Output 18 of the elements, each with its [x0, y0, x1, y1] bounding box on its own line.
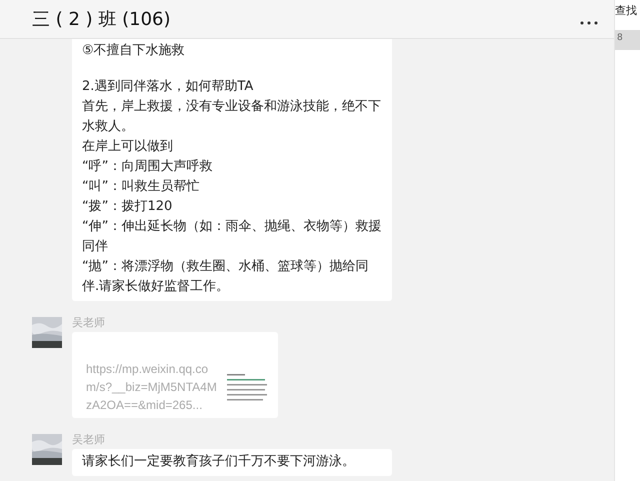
message-text: “伸”：伸出延长物（如：雨伞、抛绳、衣物等）救援同伴 — [82, 218, 382, 256]
message-text: “拨”：拨打120 — [82, 198, 174, 216]
message-text: “抛”：将漂浮物（救生圈、水桶、篮球等）抛给同伴.请家长做好监督工作。 — [82, 258, 370, 296]
link-card[interactable]: https://mp.weixin.qq.com/s?__biz=MjM5NTA4MzA2OA==&mid=265... — [72, 332, 278, 418]
search-label[interactable]: 查找 — [615, 0, 640, 30]
message-text: 2.遇到同伴落水，如何帮助TA — [82, 78, 254, 96]
message-text: “呼”：向周围大声呼救 — [82, 158, 214, 176]
message-text: 在岸上可以做到 — [82, 138, 174, 156]
more-icon[interactable] — [580, 21, 598, 25]
sender-name: 吴老师 — [72, 432, 106, 447]
link-url: https://mp.weixin.qq.com/s?__biz=MjM5NTA4MzA2OA==&mid=265... — [86, 361, 218, 414]
message-text: 请家长们一定要教育孩子们千万不要下河游泳。 — [82, 452, 356, 471]
chat-title: 三 ( 2 ) 班 (106) — [32, 8, 171, 31]
list-item[interactable]: 8 — [615, 30, 640, 50]
message-text: ⑤不擅自下水施救 — [82, 42, 186, 60]
sender-name: 吴老师 — [72, 315, 106, 330]
message-text: “叫”：叫救生员帮忙 — [82, 178, 200, 196]
message-text: 首先，岸上救援，没有专业设备和游泳技能，绝不下水救人。 — [82, 98, 382, 136]
